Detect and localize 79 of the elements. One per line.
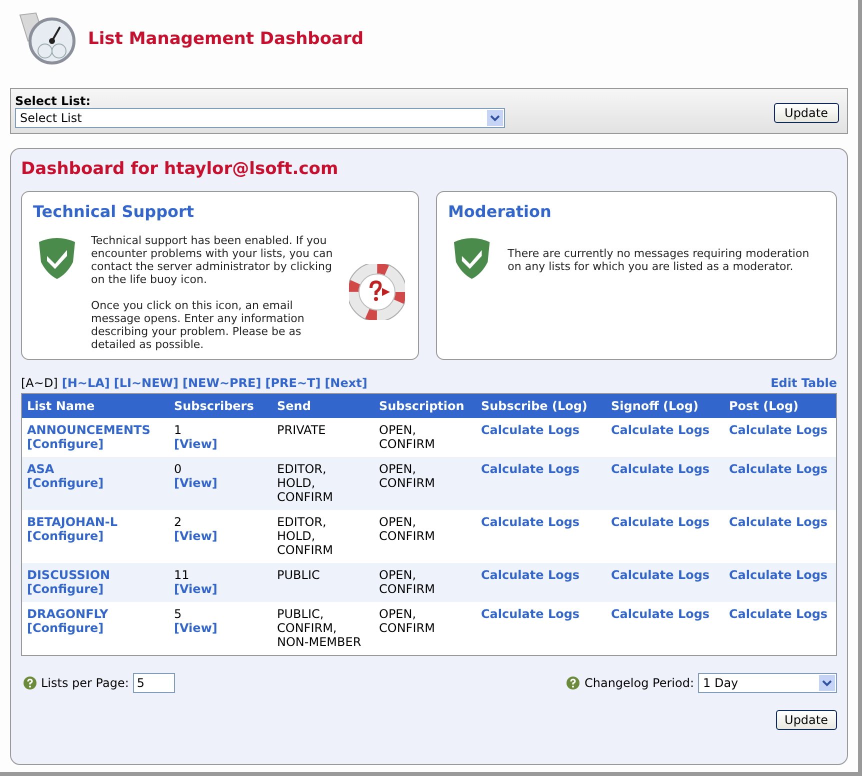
dashboard-title: Dashboard for htaylor@lsoft.com: [21, 158, 340, 181]
calculate-logs-link[interactable]: Calculate Logs: [611, 515, 710, 529]
view-link[interactable]: [View]: [174, 621, 267, 635]
list-dropdown[interactable]: Select List: [15, 108, 505, 128]
moderation-message: There are currently no messages requiring moderation on any lists for which you are listed as a moderator.: [508, 247, 810, 273]
column-header: Send: [272, 394, 374, 418]
page-link[interactable]: [NEW~PRE]: [182, 374, 262, 392]
view-link[interactable]: [View]: [174, 582, 267, 596]
subscriber-count: 2: [174, 515, 183, 529]
lists-per-page-field[interactable]: 5: [132, 673, 175, 693]
subscriber-count: 0: [174, 462, 183, 476]
calculate-logs-link[interactable]: Calculate Logs: [611, 423, 710, 437]
page-link[interactable]: [H~LA]: [62, 374, 110, 392]
list-name-link[interactable]: DISCUSSION: [27, 568, 164, 582]
column-header: Signoff (Log): [606, 394, 724, 418]
configure-link[interactable]: [Configure]: [27, 437, 164, 451]
send-setting: PUBLIC: [277, 568, 321, 582]
help-icon[interactable]: [566, 676, 580, 690]
send-setting: EDITOR, HOLD, CONFIRM: [277, 462, 334, 504]
send-setting: PRIVATE: [277, 423, 327, 437]
calculate-logs-link[interactable]: Calculate Logs: [481, 423, 580, 437]
lists-per-page-label: Lists per Page:: [41, 675, 129, 692]
support-paragraph: Once you click on this icon, an email message opens. Enter any information describing your problem. Please be as detailed as possible.: [91, 299, 306, 351]
column-header: Subscribe (Log): [476, 394, 606, 418]
page-link[interactable]: [PRE~T]: [265, 374, 321, 392]
page-link[interactable]: [A~D]: [21, 374, 58, 392]
configure-link[interactable]: [Configure]: [27, 621, 164, 635]
calculate-logs-link[interactable]: Calculate Logs: [481, 462, 580, 476]
page-title: List Management Dashboard: [88, 28, 364, 52]
card-title: Technical Support: [33, 201, 196, 223]
calculate-logs-link[interactable]: Calculate Logs: [729, 568, 828, 582]
support-paragraph: Technical support has been enabled. If you encounter problems with your lists, you can contact the server administrator by clicking on the life buoy icon.: [91, 234, 334, 286]
configure-link[interactable]: [Configure]: [27, 529, 164, 543]
column-header: Post (Log): [724, 394, 836, 418]
update-button[interactable]: Update: [774, 103, 839, 123]
subscription-setting: OPEN, CONFIRM: [379, 462, 436, 490]
shield-check-icon: [37, 236, 77, 280]
list-name-link[interactable]: DRAGONFLY: [27, 607, 164, 621]
card-title: Moderation: [448, 201, 552, 223]
subscription-setting: OPEN, CONFIRM: [379, 568, 436, 596]
changelog-period-label: Changelog Period:: [584, 675, 694, 692]
calculate-logs-link[interactable]: Calculate Logs: [729, 515, 828, 529]
page-link[interactable]: [Next]: [324, 374, 368, 392]
column-header: Subscription: [374, 394, 476, 418]
calculate-logs-link[interactable]: Calculate Logs: [481, 607, 580, 621]
view-link[interactable]: [View]: [174, 476, 267, 490]
list-name-link[interactable]: ANNOUNCEMENTS: [27, 423, 164, 437]
send-setting: EDITOR, HOLD, CONFIRM: [277, 515, 334, 557]
subscriber-count: 1: [174, 423, 183, 437]
column-header: List Name: [22, 394, 169, 418]
calculate-logs-link[interactable]: Calculate Logs: [611, 607, 710, 621]
column-header: Subscribers: [169, 394, 272, 418]
calculate-logs-link[interactable]: Calculate Logs: [611, 568, 710, 582]
life-buoy-icon[interactable]: [349, 264, 405, 320]
configure-link[interactable]: [Configure]: [27, 582, 164, 596]
calculate-logs-link[interactable]: Calculate Logs: [611, 462, 710, 476]
calculate-logs-link[interactable]: Calculate Logs: [481, 568, 580, 582]
shield-check-icon: [452, 236, 492, 280]
subscription-setting: OPEN, CONFIRM: [379, 515, 436, 543]
help-icon[interactable]: [23, 676, 37, 690]
view-link[interactable]: [View]: [174, 529, 267, 543]
calculate-logs-link[interactable]: Calculate Logs: [481, 515, 580, 529]
view-link[interactable]: [View]: [174, 437, 267, 451]
calculate-logs-link[interactable]: Calculate Logs: [729, 462, 828, 476]
update-button[interactable]: Update: [776, 710, 837, 730]
subscriber-count: 11: [174, 568, 190, 582]
subscription-setting: OPEN, CONFIRM: [379, 423, 436, 451]
subscription-setting: OPEN, CONFIRM: [379, 607, 436, 635]
changelog-period-dropdown[interactable]: 1 Day: [698, 673, 837, 693]
send-setting: PUBLIC, CONFIRM, NON-MEMBER: [277, 607, 362, 649]
configure-link[interactable]: [Configure]: [27, 476, 164, 490]
list-name-link[interactable]: BETAJOHAN-L: [27, 515, 164, 529]
page-link[interactable]: [LI~NEW]: [114, 374, 178, 392]
calculate-logs-link[interactable]: Calculate Logs: [729, 423, 828, 437]
edit-table-link[interactable]: Edit Table: [770, 374, 837, 392]
subscriber-count: 5: [174, 607, 183, 621]
calculate-logs-link[interactable]: Calculate Logs: [729, 607, 828, 621]
list-name-link[interactable]: ASA: [27, 462, 164, 476]
select-label: Select List:: [15, 94, 92, 108]
